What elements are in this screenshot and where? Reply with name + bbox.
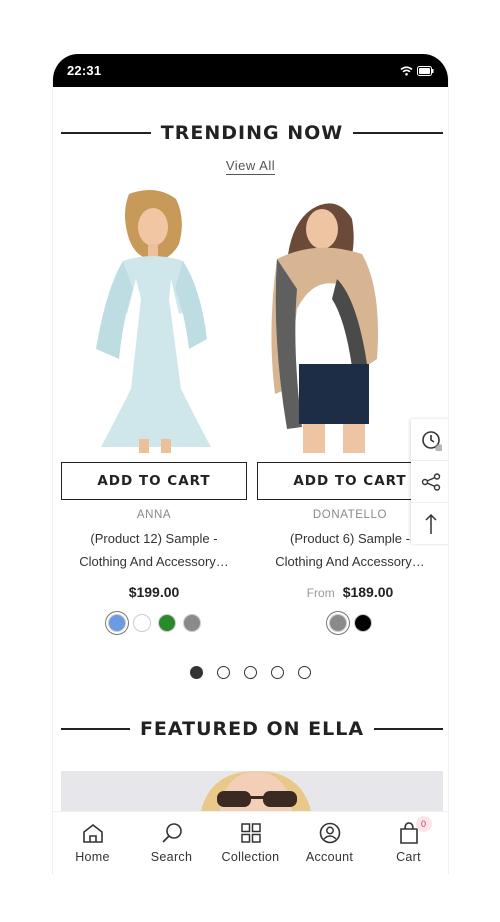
- share-button[interactable]: [411, 461, 448, 503]
- nav-label: Account: [305, 850, 354, 864]
- product-photo-scarf: [257, 189, 443, 453]
- trending-heading: TRENDING NOW: [61, 122, 443, 144]
- featured-title: FEATURED ON ELLA: [139, 718, 365, 740]
- pagination-dot[interactable]: [298, 666, 311, 679]
- pagination-dot[interactable]: [217, 666, 230, 679]
- recent-history-button[interactable]: [411, 419, 448, 461]
- status-bar: 22:31: [53, 54, 448, 87]
- trending-title: TRENDING NOW: [160, 122, 344, 144]
- nav-home[interactable]: Home: [58, 822, 128, 864]
- nav-label: Cart: [396, 850, 421, 864]
- product-name[interactable]: (Product 12) Sample - Clothing And Acces…: [61, 527, 247, 573]
- swatch-blue[interactable]: [107, 614, 126, 632]
- product-name-line1[interactable]: (Product 12) Sample -: [65, 527, 243, 550]
- price-from-label: From: [306, 586, 335, 600]
- product-name-line2[interactable]: Clothing And Accessory…: [261, 550, 439, 573]
- heading-rule-left: [61, 728, 130, 730]
- heading-rule-right: [353, 132, 443, 134]
- share-icon: [421, 472, 441, 491]
- app-screen: 22:31 TRENDING NOW View All ADD TO CART …: [52, 54, 449, 874]
- swatch-green[interactable]: [157, 614, 176, 632]
- back-to-top-icon: [425, 513, 437, 534]
- product-price-value: $189.00: [342, 584, 394, 600]
- swatch-black[interactable]: [353, 614, 372, 632]
- nav-account[interactable]: Account: [295, 822, 365, 864]
- product-name-line2[interactable]: Clothing And Accessory…: [65, 550, 243, 573]
- swatch-white[interactable]: [132, 614, 151, 632]
- pagination-dot[interactable]: [271, 666, 284, 679]
- product-card: ADD TO CART ANNA (Product 12) Sample - C…: [61, 189, 247, 632]
- swatch-grey[interactable]: [182, 614, 201, 632]
- product-vendor[interactable]: ANNA: [61, 509, 247, 521]
- battery-icon: [417, 65, 434, 76]
- product-image[interactable]: [257, 189, 443, 453]
- back-to-top-button[interactable]: [411, 503, 448, 544]
- product-card: ADD TO CART DONATELLO (Product 6) Sample…: [257, 189, 443, 632]
- product-price: $199.00: [61, 584, 247, 600]
- view-all-link[interactable]: View All: [225, 158, 276, 175]
- pagination-dot[interactable]: [190, 666, 203, 679]
- cart-count-badge: 0: [415, 816, 432, 832]
- swatch-grey[interactable]: [328, 614, 347, 632]
- account-icon: [319, 822, 340, 844]
- product-price-value: $199.00: [128, 584, 180, 600]
- status-time: 22:31: [67, 63, 102, 78]
- grid-icon: [240, 823, 261, 843]
- carousel-pagination: [53, 666, 448, 679]
- nav-label: Home: [75, 850, 110, 864]
- bottom-navigation: Home Search Collection Account 0 Cart: [53, 811, 448, 874]
- nav-cart[interactable]: 0 Cart: [374, 816, 444, 864]
- nav-label: Collection: [221, 850, 280, 864]
- heading-rule-right: [374, 728, 444, 730]
- color-swatches: [257, 614, 443, 632]
- pagination-dot[interactable]: [244, 666, 257, 679]
- status-icons: [400, 65, 434, 76]
- floating-tools: [411, 419, 448, 544]
- heading-rule-left: [61, 132, 151, 134]
- product-photo-dress: [61, 189, 247, 453]
- search-icon: [161, 823, 182, 843]
- nav-label: Search: [150, 850, 193, 864]
- color-swatches: [61, 614, 247, 632]
- nav-search[interactable]: Search: [137, 822, 207, 864]
- nav-collection[interactable]: Collection: [216, 822, 286, 864]
- product-price: From $189.00: [257, 584, 443, 600]
- wifi-icon: [400, 65, 413, 76]
- view-all-container: View All: [53, 158, 448, 175]
- add-to-cart-button[interactable]: ADD TO CART: [61, 462, 247, 500]
- product-image[interactable]: [61, 189, 247, 453]
- home-icon: [82, 823, 103, 843]
- recent-history-icon: [422, 430, 442, 451]
- featured-heading: FEATURED ON ELLA: [61, 718, 444, 740]
